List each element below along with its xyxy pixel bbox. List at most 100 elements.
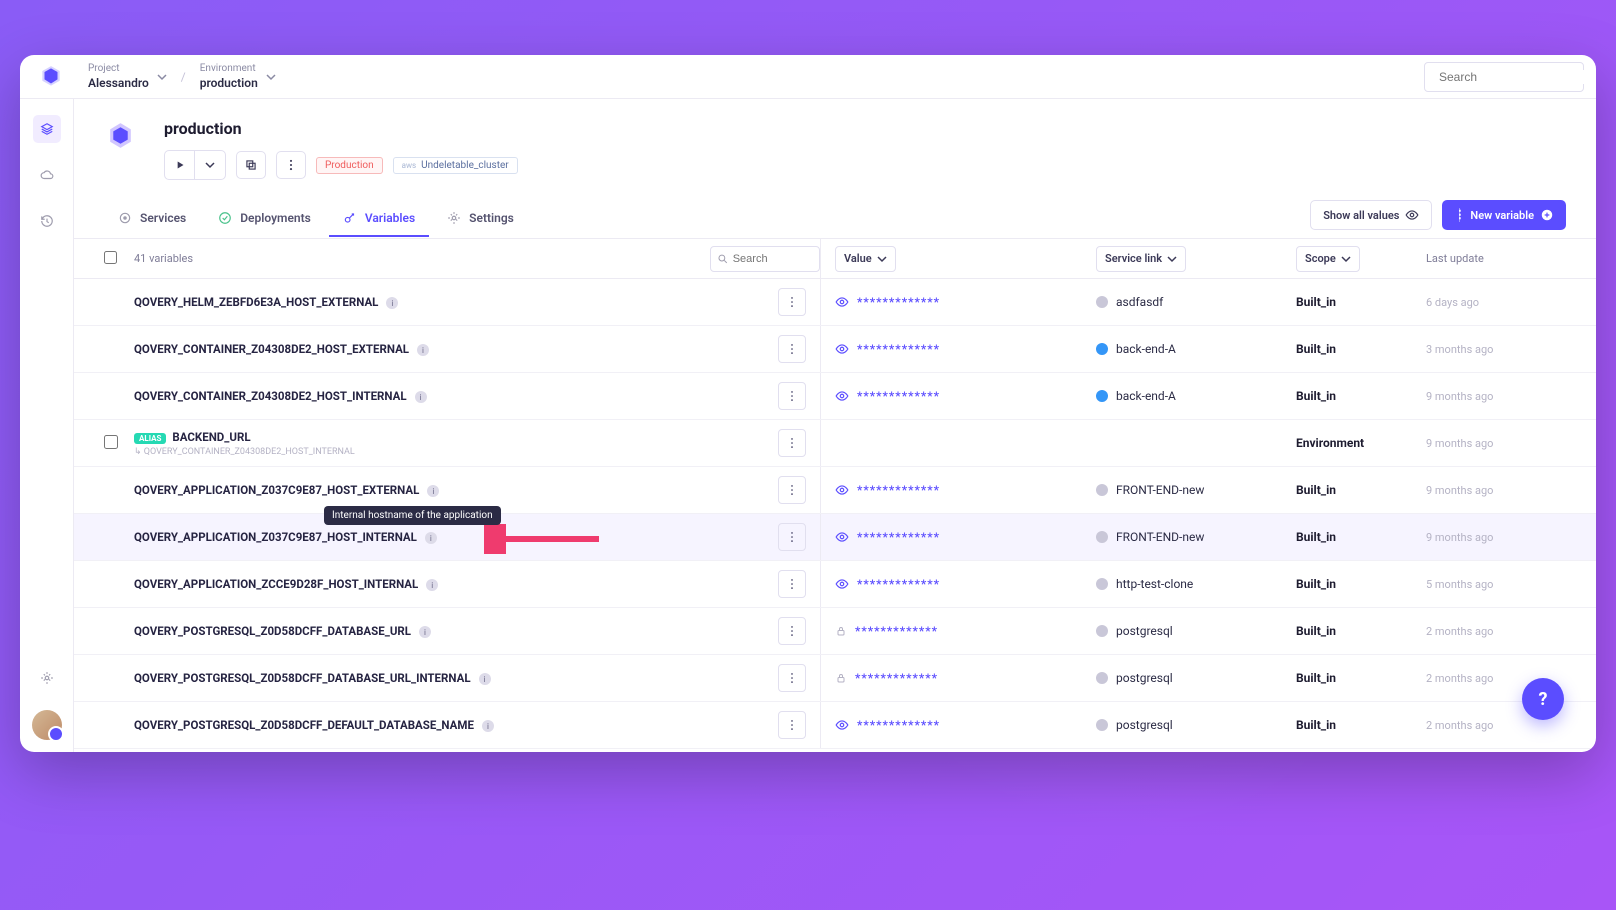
info-icon[interactable]: i (415, 391, 427, 403)
variable-scope: Environment (1296, 436, 1364, 450)
eye-icon[interactable] (835, 483, 849, 497)
table-row[interactable]: QOVERY_CONTAINER_Z04308DE2_HOST_INTERNAL… (74, 373, 1596, 420)
service-icon (1096, 672, 1108, 684)
service-name[interactable]: asdfasdf (1116, 295, 1163, 309)
table-body: QOVERY_HELM_ZEBFD6E3A_HOST_EXTERNALi****… (74, 279, 1596, 752)
eye-icon[interactable] (835, 530, 849, 544)
service-icon (1096, 484, 1108, 496)
row-menu-button[interactable] (778, 429, 806, 457)
name-filter-input[interactable] (733, 253, 813, 265)
row-menu-button[interactable] (778, 570, 806, 598)
row-menu-button[interactable] (778, 476, 806, 504)
info-icon[interactable]: i (426, 579, 438, 591)
dots-vertical-icon (785, 295, 799, 309)
new-variable-button[interactable]: ⋮ New variable (1442, 200, 1566, 230)
tab-services-label: Services (140, 211, 186, 225)
service-name[interactable]: postgresql (1116, 718, 1173, 732)
table-row[interactable]: QOVERY_APPLICATION_Z037C9E87_HOST_INTERN… (74, 514, 1596, 561)
service-name[interactable]: back-end-A (1116, 389, 1176, 403)
tab-services[interactable]: Services (104, 201, 200, 237)
breadcrumb-environment[interactable]: Environment production (200, 63, 276, 90)
select-all-checkbox[interactable] (104, 251, 117, 264)
service-name[interactable]: http-test-clone (1116, 577, 1193, 591)
info-icon[interactable]: i (386, 297, 398, 309)
variable-scope: Built_in (1296, 624, 1336, 638)
row-menu-button[interactable] (778, 664, 806, 692)
table-row[interactable]: QOVERY_APPLICATION_Z037C9E87_HOST_EXTERN… (74, 467, 1596, 514)
more-button[interactable] (276, 151, 306, 179)
global-search-input[interactable] (1439, 70, 1594, 84)
last-update: 2 months ago (1426, 625, 1493, 638)
service-icon (1096, 390, 1108, 402)
variable-value: ************* (855, 671, 938, 685)
table-row[interactable]: QOVERY_POSTGRESQL_Z0D58DCFF_DATABASE_URL… (74, 655, 1596, 702)
service-filter[interactable]: Service link (1096, 246, 1186, 272)
eye-icon[interactable] (835, 577, 849, 591)
info-icon[interactable]: i (482, 720, 494, 732)
tab-settings[interactable]: Settings (433, 201, 528, 237)
service-name[interactable]: postgresql (1116, 671, 1173, 685)
eye-icon[interactable] (835, 295, 849, 309)
annotation-arrow (484, 524, 604, 557)
info-icon[interactable]: i (425, 532, 437, 544)
row-menu-button[interactable] (778, 335, 806, 363)
tab-deployments[interactable]: Deployments (204, 201, 325, 237)
name-filter-search[interactable] (710, 246, 820, 272)
scope-filter[interactable]: Scope (1296, 246, 1360, 272)
row-menu-button[interactable] (778, 382, 806, 410)
service-name[interactable]: FRONT-END-new (1116, 530, 1204, 544)
lock-icon (835, 672, 847, 684)
dots-vertical-icon (785, 671, 799, 685)
eye-icon[interactable] (835, 718, 849, 732)
table-row[interactable]: QOVERY_HELM_ZEBFD6E3A_HOST_EXTERNALi****… (74, 279, 1596, 326)
info-icon[interactable]: i (419, 626, 431, 638)
info-icon[interactable]: i (427, 485, 439, 497)
layers-icon (40, 122, 54, 136)
show-all-values-button[interactable]: Show all values (1310, 200, 1432, 230)
service-icon (1096, 531, 1108, 543)
service-name[interactable]: FRONT-END-new (1116, 483, 1204, 497)
variable-name: BACKEND_URL (172, 430, 250, 444)
tab-variables[interactable]: Variables (329, 201, 429, 237)
badge-cluster[interactable]: Undeletable_cluster (393, 157, 518, 174)
last-update: 9 months ago (1426, 484, 1493, 497)
sidebar-item-history[interactable] (33, 207, 61, 235)
key-icon (343, 211, 357, 225)
breadcrumb-env-value: production (200, 76, 258, 90)
breadcrumb-project[interactable]: Project Alessandro (88, 63, 167, 90)
service-name[interactable]: postgresql (1116, 624, 1173, 638)
variable-name: QOVERY_POSTGRESQL_Z0D58DCFF_DATABASE_URL (134, 624, 411, 638)
service-name[interactable]: back-end-A (1116, 342, 1176, 356)
value-filter[interactable]: Value (835, 246, 896, 272)
lock-icon (835, 625, 847, 637)
sidebar-item-environments[interactable] (33, 115, 61, 143)
table-row[interactable]: QOVERY_CONTAINER_Z04308DE2_HOST_EXTERNAL… (74, 326, 1596, 373)
table-row[interactable]: QOVERY_POSTGRESQL_Z0D58DCFF_DATABASE_URL… (74, 608, 1596, 655)
sidebar-item-settings[interactable] (33, 664, 61, 692)
topbar: Project Alessandro / Environment product… (20, 55, 1596, 99)
row-menu-button[interactable] (778, 288, 806, 316)
eye-icon[interactable] (835, 389, 849, 403)
table-row[interactable]: ALIASBACKEND_URLQOVERY_CONTAINER_Z04308D… (74, 420, 1596, 467)
chevron-down-icon (1167, 254, 1177, 264)
row-menu-button[interactable] (778, 523, 806, 551)
gear-icon (447, 211, 461, 225)
last-update: 9 months ago (1426, 390, 1493, 403)
deploy-dropdown[interactable] (195, 151, 225, 179)
table-row[interactable]: QOVERY_APPLICATION_ZCCE9D28F_HOST_INTERN… (74, 561, 1596, 608)
variable-name: QOVERY_POSTGRESQL_Z0D58DCFF_DATABASE_URL… (134, 671, 471, 685)
help-button[interactable]: ? (1522, 678, 1564, 720)
sidebar-item-cloud[interactable] (33, 161, 61, 189)
global-search[interactable]: ⌘ K (1424, 62, 1584, 92)
col-update-label: Last update (1426, 252, 1484, 265)
row-checkbox[interactable] (104, 435, 118, 449)
play-button[interactable] (165, 151, 195, 179)
avatar[interactable] (32, 710, 62, 740)
row-menu-button[interactable] (778, 711, 806, 739)
info-icon[interactable]: i (479, 673, 491, 685)
eye-icon[interactable] (835, 342, 849, 356)
table-row[interactable]: QOVERY_POSTGRESQL_Z0D58DCFF_DEFAULT_DATA… (74, 702, 1596, 749)
clone-button[interactable] (236, 151, 266, 179)
info-icon[interactable]: i (417, 344, 429, 356)
row-menu-button[interactable] (778, 617, 806, 645)
